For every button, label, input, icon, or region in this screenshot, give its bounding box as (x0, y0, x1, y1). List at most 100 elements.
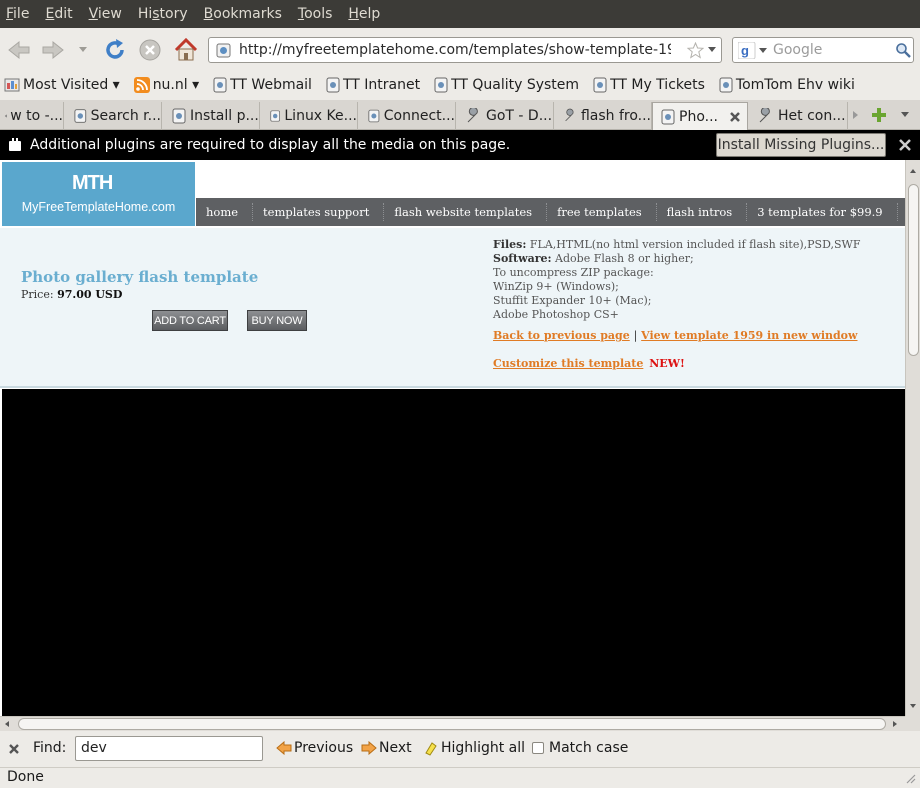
horizontal-scroll-thumb[interactable] (18, 718, 886, 730)
menu-file[interactable]: File (4, 6, 31, 22)
find-input[interactable]: dev (75, 736, 263, 761)
horizontal-scrollbar[interactable] (0, 716, 905, 731)
tab-1[interactable]: w to -... (0, 102, 64, 130)
new-tab-icon[interactable] (870, 106, 888, 124)
site-nav-flash-website-templates[interactable]: flash website templates (384, 203, 548, 221)
close-notification-icon[interactable] (898, 138, 912, 152)
tab-label: Pho... (679, 108, 718, 125)
site-nav-flash-intros[interactable]: flash intros (657, 203, 748, 221)
match-case-box[interactable] (532, 742, 544, 754)
bookmark-tomtom-ehv-wiki[interactable]: TomTom Ehv wiki (719, 77, 855, 93)
back-button[interactable] (6, 38, 32, 62)
status-bar: Done (0, 767, 920, 788)
site-nav-3-templates[interactable]: 3 templates for $99.9 (747, 203, 898, 221)
product-info-panel: Photo gallery flash template Price: 97.0… (0, 228, 905, 388)
close-find-bar-icon[interactable] (8, 743, 20, 755)
url-dropdown-icon[interactable] (707, 46, 717, 54)
history-dropdown[interactable] (76, 40, 90, 60)
arrow-right-icon (361, 741, 377, 755)
link-separator: | (633, 329, 638, 342)
bookmark-tt-quality-system[interactable]: TT Quality System (434, 77, 579, 93)
menu-tools[interactable]: Tools (296, 6, 335, 22)
tab-9[interactable]: Het con... (750, 102, 848, 130)
stop-button[interactable] (137, 37, 163, 63)
url-bar[interactable]: http://myfreetemplatehome.com/templates/… (208, 37, 722, 63)
price-value: 97.00 USD (57, 288, 123, 301)
close-tab-icon[interactable] (728, 110, 742, 124)
reload-button[interactable] (102, 37, 128, 63)
find-previous-button[interactable]: Previous (276, 740, 353, 756)
logo-mark: MTH (72, 172, 113, 194)
url-text[interactable]: http://myfreetemplatehome.com/templates/… (239, 42, 671, 58)
wrench-icon (565, 108, 574, 122)
bookmark-label: TomTom Ehv wiki (735, 77, 855, 93)
add-to-cart-button[interactable]: ADD TO CART (152, 310, 228, 331)
scroll-tabs-left-icon[interactable] (4, 111, 7, 121)
tab-2[interactable]: Search r... (64, 102, 162, 130)
vertical-scroll-thumb[interactable] (908, 184, 919, 356)
install-missing-plugins-button[interactable]: Install Missing Plugins... (716, 133, 886, 157)
scroll-tabs-right-icon[interactable] (852, 110, 860, 120)
tab-6[interactable]: GoT - D... (456, 102, 554, 130)
customize-row: Customize this template NEW! (493, 357, 685, 370)
tab-label: flash fro... (580, 108, 651, 124)
bookmark-tt-webmail[interactable]: TT Webmail (213, 77, 312, 93)
scroll-left-icon[interactable] (4, 720, 10, 728)
buy-now-button[interactable]: BUY NOW (247, 310, 307, 331)
page-icon (326, 77, 340, 93)
tab-label: w to -... (10, 108, 63, 124)
resize-grip-icon[interactable] (906, 774, 916, 784)
site-logo[interactable]: MTH MyFreeTemplateHome.com (2, 162, 195, 226)
menu-help[interactable]: Help (346, 6, 382, 22)
scroll-right-icon[interactable] (892, 720, 898, 728)
bookmark-nu-nl[interactable]: nu.nl ▾ (133, 77, 199, 93)
page-content: MTH MyFreeTemplateHome.com home template… (0, 160, 905, 716)
home-button[interactable] (172, 36, 200, 64)
price-label: Price: (21, 288, 54, 301)
rss-feed-icon (133, 77, 150, 93)
tab-3[interactable]: Install p... (162, 102, 260, 130)
scroll-down-icon[interactable] (909, 703, 917, 709)
highlight-all-button[interactable]: Highlight all (423, 740, 525, 756)
back-to-previous-link[interactable]: Back to previous page (493, 329, 630, 342)
find-next-label: Next (379, 740, 412, 756)
menu-edit[interactable]: Edit (43, 6, 74, 22)
tab-5[interactable]: Connect... (358, 102, 456, 130)
bookmark-tt-my-tickets[interactable]: TT My Tickets (593, 77, 705, 93)
site-nav-home[interactable]: home (196, 203, 254, 221)
magnifier-icon[interactable] (895, 42, 911, 58)
match-case-checkbox[interactable]: Match case (532, 740, 628, 756)
tab-4[interactable]: Linux Ke... (260, 102, 358, 130)
flash-plugin-area[interactable] (2, 389, 905, 716)
forward-button[interactable] (40, 38, 66, 62)
customize-template-link[interactable]: Customize this template (493, 357, 643, 370)
find-label: Find: (33, 740, 67, 756)
bookmark-tt-intranet[interactable]: TT Intranet (326, 77, 420, 93)
menu-bookmarks[interactable]: Bookmarks (202, 6, 284, 22)
google-engine-icon[interactable]: g (738, 42, 768, 59)
search-bar[interactable]: g Google (732, 37, 914, 63)
tab-active[interactable]: Pho... (652, 102, 748, 130)
find-next-button[interactable]: Next (361, 740, 412, 756)
star-icon[interactable] (687, 42, 704, 59)
highlight-all-label: Highlight all (441, 740, 526, 756)
bookmark-most-visited[interactable]: Most Visited ▾ (4, 77, 120, 93)
vertical-scrollbar[interactable] (905, 160, 920, 716)
tab-list-icon[interactable] (900, 111, 910, 119)
bookmarks-toolbar: Most Visited ▾ nu.nl ▾ TT Webmail TT Int… (0, 70, 920, 100)
bookmark-label: TT Quality System (451, 77, 580, 93)
svg-text:g: g (741, 43, 749, 58)
menu-history[interactable]: History (136, 6, 190, 22)
tab-label: Het con... (778, 108, 846, 124)
search-placeholder: Google (773, 42, 823, 58)
menu-view[interactable]: View (87, 6, 124, 22)
wrench-icon (759, 108, 770, 123)
tab-7[interactable]: flash fro... (554, 102, 652, 130)
page-icon (719, 77, 733, 93)
site-nav-free-templates[interactable]: free templates (547, 203, 657, 221)
view-template-link[interactable]: View template 1959 in new window (641, 329, 857, 342)
site-nav-templates-support[interactable]: templates support (253, 203, 385, 221)
scroll-up-icon[interactable] (909, 168, 917, 174)
tab-label: Linux Ke... (284, 108, 357, 124)
page-icon (661, 109, 675, 124)
